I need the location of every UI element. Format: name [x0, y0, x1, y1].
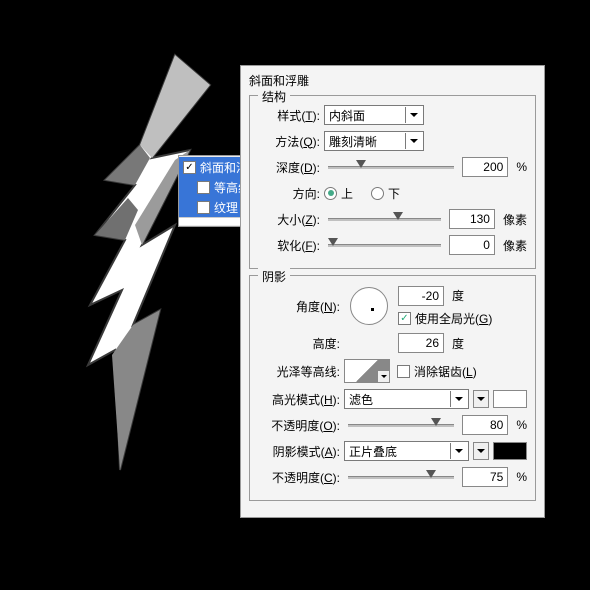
angle-input[interactable]: -20: [398, 286, 444, 306]
altitude-input[interactable]: 26: [398, 333, 444, 353]
highlight-opacity-label: 不透明度(O):: [258, 417, 340, 434]
chevron-down-icon: [405, 133, 421, 149]
shadow-mode-label: 阴影模式(A):: [258, 443, 340, 460]
size-label: 大小(Z):: [258, 211, 320, 228]
chevron-down-icon: [405, 107, 421, 123]
depth-input[interactable]: 200: [462, 157, 508, 177]
shadow-opacity-label: 不透明度(C):: [258, 469, 340, 486]
gloss-label: 光泽等高线:: [258, 363, 340, 380]
unit: 度: [452, 287, 464, 304]
unit: 像素: [503, 237, 527, 254]
highlight-mode-label: 高光模式(H):: [258, 391, 340, 408]
global-light-checkbox[interactable]: [398, 312, 411, 325]
direction-up-radio[interactable]: [324, 187, 337, 200]
dropdown-icon[interactable]: [473, 442, 489, 460]
chevron-down-icon: [450, 443, 466, 459]
chevron-down-icon: [377, 370, 389, 382]
highlight-color-swatch[interactable]: [493, 390, 527, 408]
fx-item-label: 纹理: [214, 199, 238, 216]
depth-slider[interactable]: [328, 164, 454, 170]
checkbox-label: 消除锯齿(L): [414, 363, 477, 380]
unit: %: [516, 470, 527, 484]
depth-label: 深度(D):: [258, 159, 320, 176]
shadow-opacity-slider[interactable]: [348, 474, 454, 480]
direction-label: 方向:: [258, 185, 320, 202]
technique-label: 方法(Q):: [258, 133, 320, 150]
structure-section: 结构 样式(T): 内斜面 方法(Q): 雕刻清晰 深度(D): 200 % 方…: [249, 95, 536, 269]
checkbox-icon[interactable]: [197, 201, 210, 214]
unit: %: [516, 160, 527, 174]
antialias-checkbox[interactable]: [397, 365, 410, 378]
size-slider[interactable]: [328, 216, 441, 222]
shadow-mode-select[interactable]: 正片叠底: [344, 441, 469, 461]
angle-dial[interactable]: [350, 287, 388, 325]
technique-select[interactable]: 雕刻清晰: [324, 131, 424, 151]
shading-section: 阴影 角度(N): -20 度 使用全局光(G) 高度: 26 度 光泽等: [249, 275, 536, 501]
select-value: 内斜面: [329, 107, 365, 124]
style-select[interactable]: 内斜面: [324, 105, 424, 125]
unit: 度: [452, 335, 464, 352]
size-input[interactable]: 130: [449, 209, 495, 229]
soften-slider[interactable]: [328, 242, 441, 248]
direction-down-radio[interactable]: [371, 187, 384, 200]
radio-label: 下: [388, 185, 400, 202]
unit: %: [516, 418, 527, 432]
section-title: 结构: [258, 88, 290, 105]
highlight-opacity-input[interactable]: 80: [462, 415, 508, 435]
checkbox-icon[interactable]: [183, 161, 196, 174]
section-title: 阴影: [258, 268, 290, 285]
angle-label: 角度(N):: [258, 298, 340, 315]
dialog-title: 斜面和浮雕: [249, 72, 536, 89]
style-label: 样式(T):: [258, 107, 320, 124]
select-value: 滤色: [349, 391, 373, 408]
unit: 像素: [503, 211, 527, 228]
lightning-graphic: [60, 50, 230, 480]
highlight-mode-select[interactable]: 滤色: [344, 389, 469, 409]
soften-label: 软化(F):: [258, 237, 320, 254]
bevel-dialog: 斜面和浮雕 结构 样式(T): 内斜面 方法(Q): 雕刻清晰 深度(D): 2…: [240, 65, 545, 518]
select-value: 正片叠底: [349, 443, 397, 460]
checkbox-label: 使用全局光(G): [415, 310, 492, 327]
shadow-color-swatch[interactable]: [493, 442, 527, 460]
altitude-label: 高度:: [258, 335, 340, 352]
soften-input[interactable]: 0: [449, 235, 495, 255]
gloss-contour-picker[interactable]: [344, 359, 390, 383]
select-value: 雕刻清晰: [329, 133, 377, 150]
dropdown-icon[interactable]: [473, 390, 489, 408]
highlight-opacity-slider[interactable]: [348, 422, 454, 428]
radio-label: 上: [341, 185, 353, 202]
shadow-opacity-input[interactable]: 75: [462, 467, 508, 487]
checkbox-icon[interactable]: [197, 181, 210, 194]
chevron-down-icon: [450, 391, 466, 407]
